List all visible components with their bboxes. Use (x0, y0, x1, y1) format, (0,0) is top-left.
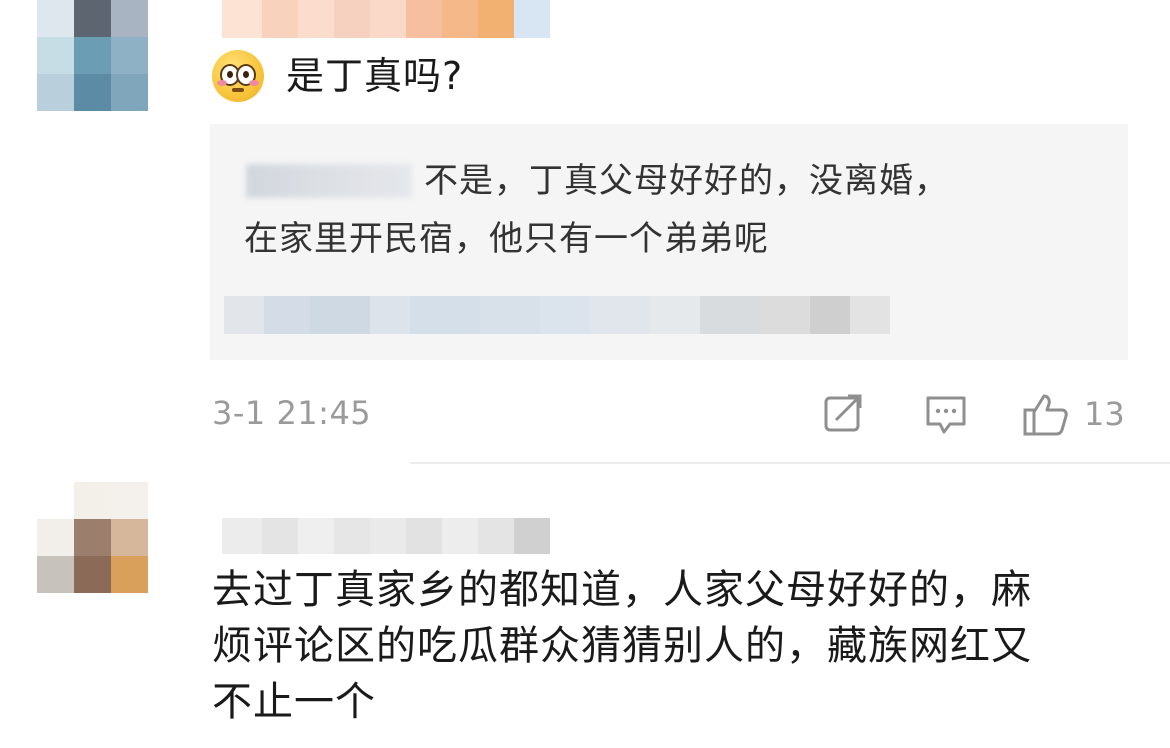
share-button[interactable] (822, 392, 866, 436)
divider (410, 462, 1170, 464)
comment-meta-row: 3-1 21:45 13 (212, 392, 1128, 436)
comment-text-line-1: 去过丁真家乡的都知道，人家父母好好的，麻 (212, 567, 1032, 613)
comment-text: 是丁真吗? (286, 54, 464, 98)
comment-icon (926, 396, 966, 434)
reply-blurred-line (224, 296, 890, 334)
reply-text-line-2: 在家里开民宿，他只有一个弟弟呢 (244, 219, 769, 259)
avatar[interactable] (37, 482, 148, 593)
share-icon (824, 394, 862, 432)
like-count: 13 (1084, 395, 1125, 433)
avatar[interactable] (37, 0, 148, 111)
comment-text: 去过丁真家乡的都知道，人家父母好好的，麻 烦评论区的吃瓜群众猜猜别人的，藏族网红… (212, 562, 1142, 730)
comment-text-line-2: 烦评论区的吃瓜群众猜猜别人的，藏族网红又 (212, 623, 1032, 669)
reply-box[interactable]: 不是，丁真父母好好的，没离婚， 在家里开民宿，他只有一个弟弟呢 (210, 124, 1128, 360)
timestamp: 3-1 21:45 (212, 394, 372, 432)
username-blurred[interactable] (222, 518, 550, 554)
reply-text-line-1: 不是，丁真父母好好的，没离婚， (424, 161, 949, 201)
comment-body: 是丁真吗? (212, 50, 463, 102)
like-icon (1023, 394, 1068, 436)
reply-username-blurred[interactable] (246, 164, 412, 198)
flushed-face-emoji (212, 50, 264, 102)
like-button[interactable]: 13 (1022, 392, 1125, 436)
comment-button[interactable] (924, 392, 968, 436)
username-blurred[interactable] (222, 0, 550, 38)
comment-text-line-3: 不止一个 (212, 679, 376, 725)
